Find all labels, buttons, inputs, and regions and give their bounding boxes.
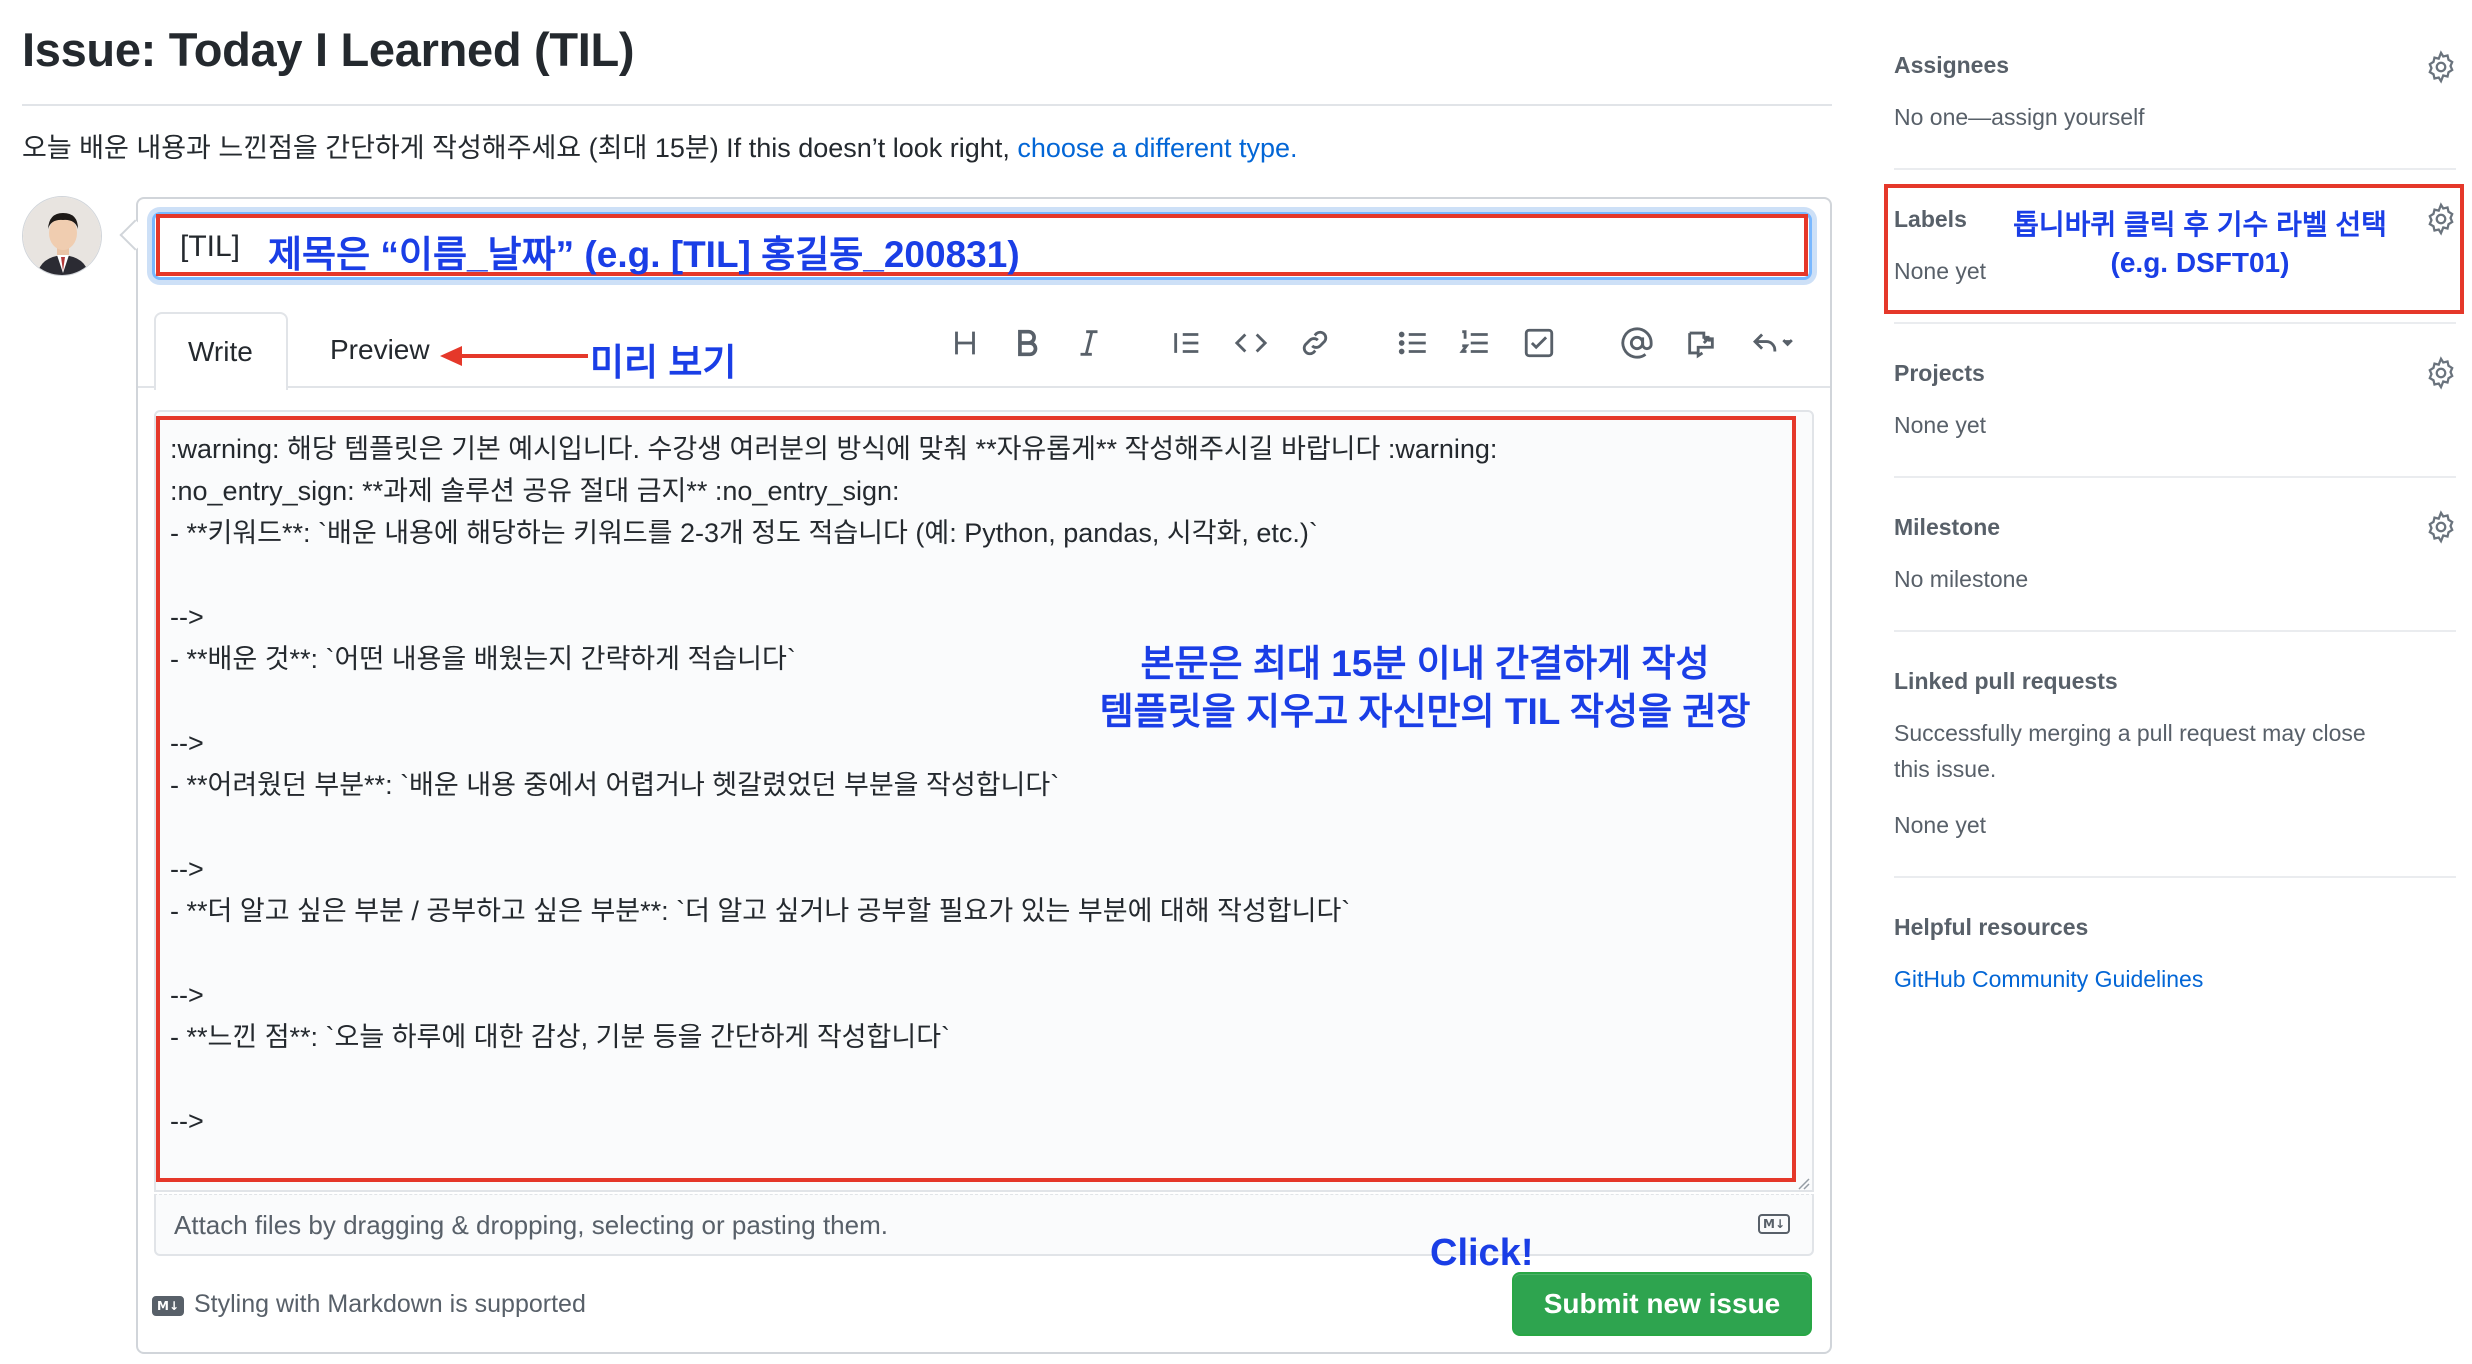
preview-arrow-line — [458, 354, 588, 358]
title-divider — [22, 104, 1832, 106]
unordered-list-icon[interactable] — [1392, 322, 1434, 364]
sidebar-divider — [1894, 322, 2456, 324]
avatar-image — [23, 197, 101, 275]
milestone-value: No milestone — [1894, 566, 2029, 592]
community-guidelines-link[interactable]: GitHub Community Guidelines — [1894, 966, 2203, 993]
body-highlight-box — [156, 416, 1796, 1182]
assignees-value[interactable]: No one—assign yourself — [1894, 104, 2145, 131]
body-annotation: 본문은 최대 15분 이내 간결하게 작성 템플릿을 지우고 자신만의 TIL … — [1090, 640, 1760, 736]
helpful-resources-heading: Helpful resources — [1894, 914, 2089, 940]
labels-annotation-line-1: 톱니바퀴 클릭 후 기수 라벨 선택 — [2013, 209, 2387, 240]
title-annotation: 제목은 “이름_날짜” (e.g. [TIL] 홍길동_200831) — [268, 234, 1020, 275]
attach-files-text: Attach files by dragging & dropping, sel… — [174, 1210, 888, 1240]
labels-heading[interactable]: Labels — [1894, 206, 1967, 233]
mention-icon[interactable] — [1616, 322, 1658, 364]
sidebar-divider — [1894, 476, 2456, 478]
choose-different-type-link[interactable]: choose a different type. — [1017, 133, 1297, 163]
sidebar-divider — [1894, 168, 2456, 170]
italic-icon[interactable] — [1068, 322, 1110, 364]
submit-new-issue-button[interactable]: Submit new issue — [1512, 1272, 1812, 1336]
milestone-gear-icon[interactable] — [2424, 510, 2458, 544]
projects-heading[interactable]: Projects — [1894, 360, 1985, 387]
quote-icon[interactable] — [1166, 322, 1208, 364]
click-annotation: Click! — [1430, 1232, 1534, 1274]
template-description-text: 오늘 배운 내용과 느낀점을 간단하게 작성해주세요 (최대 15분) If t… — [22, 133, 1010, 163]
tab-preview[interactable]: Preview — [300, 312, 460, 386]
linked-prs-value: None yet — [1894, 812, 1987, 838]
tab-write-label: Write — [188, 336, 253, 367]
assignees-gear-icon[interactable] — [2424, 50, 2458, 84]
page-title: Issue: Today I Learned (TIL) — [22, 23, 635, 76]
task-list-icon[interactable] — [1518, 322, 1560, 364]
reply-icon[interactable] — [1744, 322, 1800, 364]
tab-write[interactable]: Write — [154, 312, 288, 390]
labels-value: None yet — [1894, 258, 1987, 284]
body-annotation-line-1: 본문은 최대 15분 이내 간결하게 작성 — [1140, 643, 1710, 684]
link-icon[interactable] — [1294, 322, 1336, 364]
milestone-heading[interactable]: Milestone — [1894, 514, 2000, 541]
bold-icon[interactable] — [1006, 322, 1048, 364]
code-icon[interactable] — [1230, 322, 1272, 364]
markdown-icon[interactable]: M↓ — [1758, 1214, 1790, 1234]
sidebar-divider — [1894, 630, 2456, 632]
linked-prs-description-line-2: this issue. — [1894, 756, 1997, 782]
assignees-heading[interactable]: Assignees — [1894, 52, 2009, 79]
resize-handle[interactable] — [1794, 1174, 1810, 1190]
tab-preview-label: Preview — [330, 334, 430, 365]
labels-annotation: 톱니바퀴 클릭 후 기수 라벨 선택 (e.g. DSFT01) — [2000, 206, 2400, 282]
sidebar-divider — [1894, 876, 2456, 878]
linked-prs-heading: Linked pull requests — [1894, 668, 2118, 694]
tabs-divider — [138, 386, 1830, 388]
markdown-supported-link[interactable]: Styling with Markdown is supported — [194, 1290, 586, 1319]
ordered-list-icon[interactable] — [1454, 322, 1496, 364]
body-annotation-line-2: 템플릿을 지우고 자신만의 TIL 작성을 권장 — [1099, 691, 1751, 732]
preview-annotation: 미리 보기 — [590, 342, 737, 383]
avatar[interactable] — [22, 196, 102, 276]
heading-icon[interactable] — [944, 322, 986, 364]
projects-value: None yet — [1894, 412, 1987, 438]
markdown-icon: M↓ — [152, 1296, 184, 1316]
projects-gear-icon[interactable] — [2424, 356, 2458, 390]
linked-prs-description-line-1: Successfully merging a pull request may … — [1894, 720, 2366, 746]
labels-annotation-line-2: (e.g. DSFT01) — [2110, 247, 2290, 278]
reference-icon[interactable] — [1680, 322, 1722, 364]
labels-gear-icon[interactable] — [2424, 202, 2458, 236]
template-description: 오늘 배운 내용과 느낀점을 간단하게 작성해주세요 (최대 15분) If t… — [22, 126, 1298, 165]
